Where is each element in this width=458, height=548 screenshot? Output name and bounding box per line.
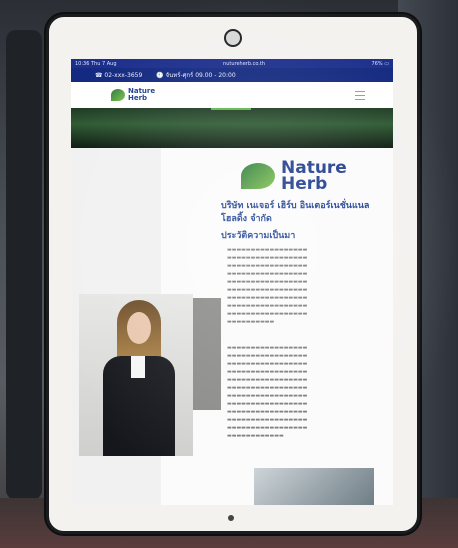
portrait-shirt xyxy=(131,356,145,378)
logo-text: Nature Herb xyxy=(128,88,155,102)
tablet-case-edge xyxy=(6,30,42,500)
portrait-face xyxy=(127,312,151,344)
tablet-screen: 10:36 Thu 7 Aug nutureherb.co.th 76% ▭ ☎… xyxy=(71,59,393,505)
brand-logo-large: Nature Herb xyxy=(241,160,347,194)
opening-hours: 🕘 จันทร์-ศุกร์ 09.00 - 20:00 xyxy=(156,72,236,79)
battery-status: 76% ▭ xyxy=(371,60,389,67)
site-logo[interactable]: Nature Herb xyxy=(111,88,155,102)
url-text[interactable]: nutureherb.co.th xyxy=(223,61,265,67)
status-bar: 10:36 Thu 7 Aug nutureherb.co.th 76% ▭ xyxy=(71,59,393,68)
brand-logo-text: Nature Herb xyxy=(281,160,347,194)
tablet-device: 10:36 Thu 7 Aug nutureherb.co.th 76% ▭ ☎… xyxy=(46,14,420,534)
history-paragraph-2: ▬▬▬▬▬▬▬▬▬▬▬▬▬▬▬▬▬ ▬▬▬▬▬▬▬▬▬▬▬▬▬▬▬▬▬ ▬▬▬▬▬▬… xyxy=(227,345,308,439)
leaf-icon xyxy=(111,89,125,101)
history-heading: ประวัติความเป็นมา xyxy=(221,231,296,241)
site-header: Nature Herb xyxy=(71,82,393,108)
history-paragraph-1: ▬▬▬▬▬▬▬▬▬▬▬▬▬▬▬▬▬ ▬▬▬▬▬▬▬▬▬▬▬▬▬▬▬▬▬ ▬▬▬▬▬▬… xyxy=(227,247,308,325)
leaf-icon xyxy=(241,163,275,189)
lab-worker-photo xyxy=(254,468,374,505)
front-camera xyxy=(224,29,242,47)
contact-bar: ☎ 02-xxx-3659 🕘 จันทร์-ศุกร์ 09.00 - 20:… xyxy=(71,68,393,82)
photo-shadow-panel xyxy=(193,298,221,410)
menu-icon[interactable] xyxy=(355,90,365,100)
brand-word-2: Herb xyxy=(281,174,328,194)
logo-word-2: Herb xyxy=(128,94,148,102)
about-section: Nature Herb บริษัท เนเจอร์ เฮิร์บ อินเตอ… xyxy=(71,148,393,505)
executive-portrait xyxy=(79,294,193,456)
accent-bar xyxy=(211,108,251,110)
phone-link[interactable]: ☎ 02-xxx-3659 xyxy=(95,72,142,79)
home-indicator xyxy=(228,515,234,521)
status-time: 10:36 Thu 7 Aug xyxy=(75,60,117,67)
company-name: บริษัท เนเจอร์ เฮิร์บ อินเตอร์เนชั่นแนล … xyxy=(221,201,370,224)
hero-banner xyxy=(71,108,393,148)
